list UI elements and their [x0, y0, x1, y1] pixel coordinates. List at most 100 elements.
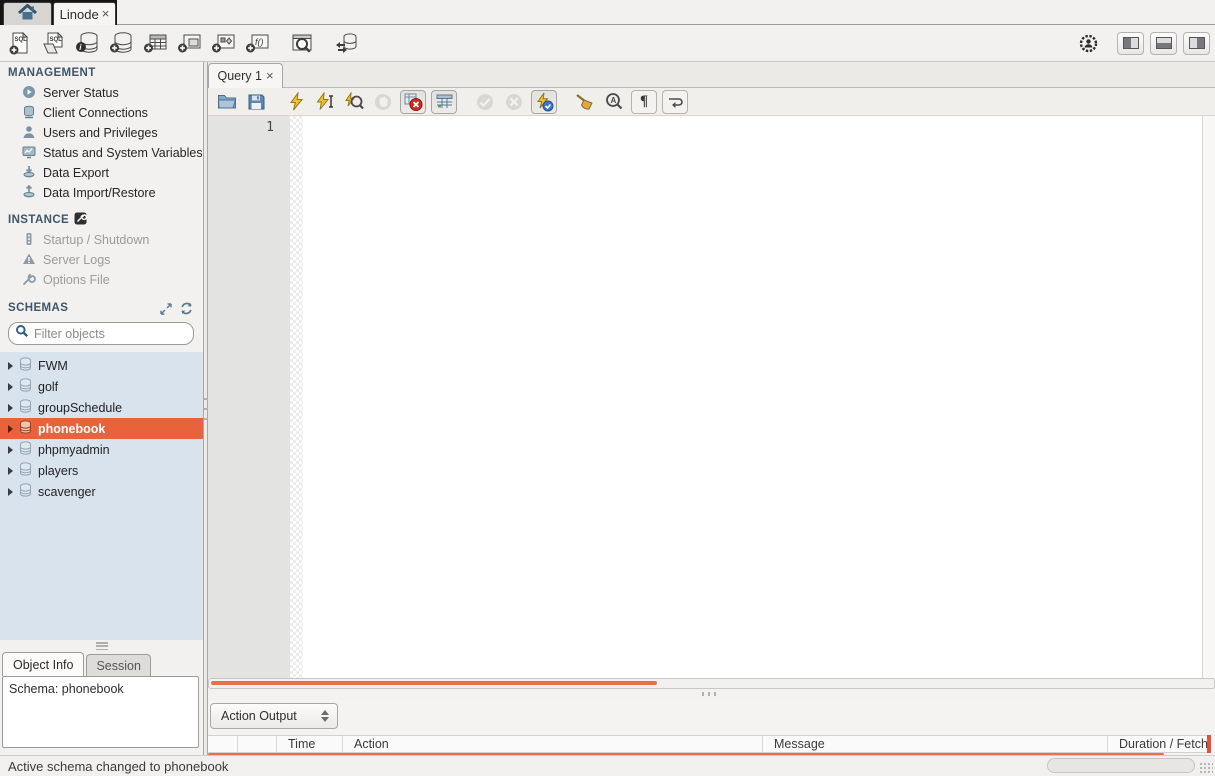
- output-vscroll-thumb[interactable]: [1207, 735, 1211, 753]
- client-connections-icon: [22, 105, 36, 122]
- sidebar-item-startup-shutdown[interactable]: Startup / Shutdown: [0, 230, 203, 250]
- schema-filter[interactable]: [8, 322, 194, 345]
- column-header-action[interactable]: Action: [343, 736, 763, 752]
- editor-text-area[interactable]: [303, 116, 1202, 678]
- sidebar-item-system-variables[interactable]: Status and System Variables: [0, 143, 203, 163]
- expander-icon[interactable]: [8, 362, 13, 370]
- server-status-icon: [22, 85, 36, 102]
- execute-current-icon[interactable]: [313, 90, 337, 114]
- schema-filter-input[interactable]: [34, 327, 174, 341]
- query-tab-strip: Query 1 ×: [208, 62, 1215, 88]
- output-view-selector[interactable]: Action Output: [210, 703, 338, 729]
- toggle-wrap-button[interactable]: [662, 90, 688, 114]
- sidebar-splitter-grip[interactable]: [96, 642, 108, 650]
- schema-icon: [19, 420, 32, 437]
- toggle-left-panel-button[interactable]: [1117, 32, 1144, 55]
- startup-shutdown-icon: [22, 232, 36, 249]
- new-function-icon[interactable]: f(): [244, 30, 271, 56]
- expander-icon[interactable]: [8, 446, 13, 454]
- system-variables-icon: [22, 145, 36, 162]
- tab-object-info[interactable]: Object Info: [2, 652, 84, 676]
- main-area: Query 1 ×: [208, 62, 1215, 755]
- expander-icon[interactable]: [8, 425, 13, 433]
- sidebar-item-client-connections[interactable]: Client Connections: [0, 103, 203, 123]
- column-header-time[interactable]: Time: [277, 736, 343, 752]
- svg-text:SQL: SQL: [49, 37, 62, 43]
- rollback-icon[interactable]: [502, 90, 526, 114]
- tab-session[interactable]: Session: [86, 654, 150, 676]
- instance-section-title: INSTANCE: [8, 212, 87, 228]
- sidebar-item-users-privileges[interactable]: Users and Privileges: [0, 123, 203, 143]
- close-icon[interactable]: ×: [102, 9, 110, 19]
- sidebar-item-server-status[interactable]: Server Status: [0, 83, 203, 103]
- open-sql-script-icon[interactable]: SQL: [40, 30, 67, 56]
- beautify-icon[interactable]: [573, 90, 597, 114]
- new-sql-script-icon[interactable]: SQL: [6, 30, 33, 56]
- admin-gear-icon[interactable]: [1075, 30, 1102, 56]
- output-splitter-handle[interactable]: [702, 692, 716, 696]
- explain-icon[interactable]: [342, 90, 366, 114]
- sidebar-item-options-file[interactable]: Options File: [0, 270, 203, 290]
- schema-row-golf[interactable]: golf: [0, 376, 203, 397]
- user-icon: [22, 125, 36, 142]
- main-toolbar: SQL SQL i f(): [0, 25, 1215, 62]
- expander-icon[interactable]: [8, 488, 13, 496]
- new-schema-icon[interactable]: [108, 30, 135, 56]
- schema-row-phpmyadmin[interactable]: phpmyadmin: [0, 439, 203, 460]
- right-panel-glyph: [1189, 37, 1205, 49]
- schema-row-fwm[interactable]: FWM: [0, 355, 203, 376]
- connection-tab-linode[interactable]: Linode ×: [53, 2, 116, 25]
- sidebar-item-data-import[interactable]: Data Import/Restore: [0, 183, 203, 203]
- reconnect-database-icon[interactable]: [332, 30, 359, 56]
- column-header-message[interactable]: Message: [763, 736, 1108, 752]
- schema-icon: [19, 357, 32, 374]
- sidebar-item-data-export[interactable]: Data Export: [0, 163, 203, 183]
- editor-horizontal-scrollbar[interactable]: [208, 678, 1215, 689]
- toggle-right-panel-button[interactable]: [1183, 32, 1210, 55]
- tab-query-1[interactable]: Query 1 ×: [208, 63, 283, 88]
- editor-hscroll-thumb[interactable]: [211, 681, 657, 685]
- toggle-autocommit-button[interactable]: [531, 90, 557, 114]
- show-invisibles-button[interactable]: ¶: [631, 90, 657, 114]
- home-icon: [18, 4, 37, 25]
- open-file-icon[interactable]: [215, 90, 239, 114]
- column-header-blank-2[interactable]: [238, 736, 277, 752]
- save-icon[interactable]: [244, 90, 268, 114]
- home-tab[interactable]: [3, 2, 52, 25]
- schema-row-scavenger[interactable]: scavenger: [0, 481, 203, 502]
- schema-row-phonebook[interactable]: phonebook: [0, 418, 203, 439]
- toggle-bottom-panel-button[interactable]: [1150, 32, 1177, 55]
- column-header-blank-1[interactable]: [208, 736, 238, 752]
- column-header-duration[interactable]: Duration / Fetch: [1108, 736, 1207, 752]
- output-splitter[interactable]: [208, 689, 1215, 700]
- schema-icon: [19, 399, 32, 416]
- new-table-icon[interactable]: [142, 30, 169, 56]
- sidebar-item-server-logs[interactable]: Server Logs: [0, 250, 203, 270]
- window-resize-grip[interactable]: [1199, 762, 1213, 774]
- stop-icon[interactable]: [371, 90, 395, 114]
- new-view-icon[interactable]: [176, 30, 203, 56]
- options-file-icon: [22, 272, 36, 289]
- schema-row-players[interactable]: players: [0, 460, 203, 481]
- svg-text:A: A: [610, 96, 616, 105]
- new-procedure-icon[interactable]: [210, 30, 237, 56]
- search-objects-icon[interactable]: [288, 30, 315, 56]
- editor-vertical-scrollbar[interactable]: [1202, 116, 1215, 678]
- expand-schemas-icon[interactable]: [160, 302, 172, 320]
- toggle-stop-on-error-button[interactable]: [400, 90, 426, 114]
- refresh-schemas-icon[interactable]: [180, 302, 193, 320]
- close-icon[interactable]: ×: [266, 71, 274, 81]
- execute-icon[interactable]: [284, 90, 308, 114]
- commit-icon[interactable]: [473, 90, 497, 114]
- expander-icon[interactable]: [8, 404, 13, 412]
- limit-rows-button[interactable]: [431, 90, 457, 114]
- find-icon[interactable]: A: [602, 90, 626, 114]
- wrench-badge-icon: [74, 212, 87, 228]
- pilcrow-icon: ¶: [640, 93, 648, 110]
- schema-inspector-icon[interactable]: i: [74, 30, 101, 56]
- expander-icon[interactable]: [8, 383, 13, 391]
- schema-tree: FWM golf groupSchedule phonebook phpmyad…: [0, 352, 203, 640]
- expander-icon[interactable]: [8, 467, 13, 475]
- sql-editor[interactable]: 1: [208, 116, 1215, 678]
- schema-row-groupschedule[interactable]: groupSchedule: [0, 397, 203, 418]
